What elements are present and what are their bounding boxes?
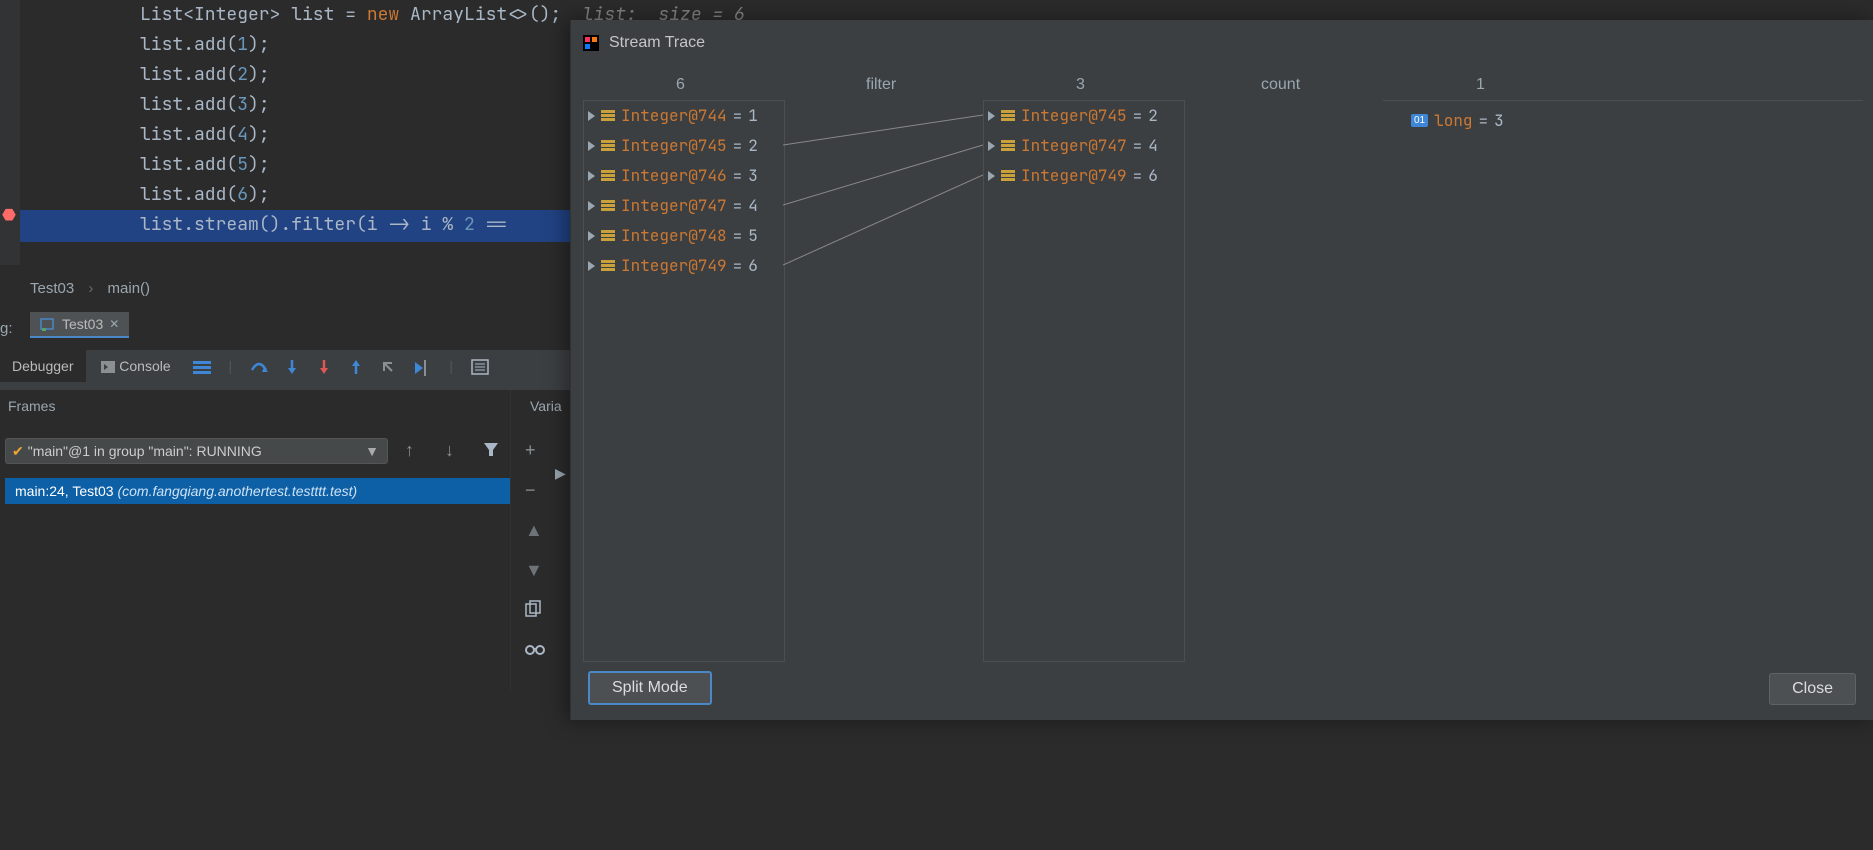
thread-selector[interactable]: ✔"main"@1 in group "main": RUNNING ▼ xyxy=(5,438,388,464)
console-icon xyxy=(101,361,115,373)
stream-node[interactable]: Integer@747 = 4 xyxy=(984,131,1184,161)
frame-location: main:24, Test03 xyxy=(15,483,117,499)
stream-column-filtered: Integer@745 = 2 Integer@747 = 4 Integer@… xyxy=(983,100,1185,662)
stream-result[interactable]: 01 long = 3 xyxy=(1411,110,1504,131)
object-icon xyxy=(601,200,615,212)
stream-column-result xyxy=(1383,100,1863,661)
prev-frame-icon[interactable]: ↑ xyxy=(405,440,414,461)
breadcrumb-method[interactable]: main() xyxy=(108,280,151,297)
stream-node[interactable]: Integer@749 = 6 xyxy=(584,251,784,281)
stream-column-source: Integer@744 = 1 Integer@745 = 2 Integer@… xyxy=(583,100,785,662)
object-icon xyxy=(601,230,615,242)
remove-watch-icon[interactable]: − xyxy=(525,480,536,501)
duplicate-icon[interactable] xyxy=(525,600,541,618)
primitive-long-icon: 01 xyxy=(1411,114,1428,127)
tab-console[interactable]: Console xyxy=(89,350,182,382)
expand-icon[interactable] xyxy=(988,141,995,151)
run-to-cursor-icon[interactable] xyxy=(413,358,431,376)
object-icon xyxy=(601,140,615,152)
thread-label: "main"@1 in group "main": RUNNING xyxy=(28,443,262,459)
stream-trace-dialog: Stream Trace 6 filter 3 count 1 Integer@… xyxy=(570,20,1873,720)
editor-gutter xyxy=(0,0,20,265)
force-step-into-icon[interactable] xyxy=(316,358,332,376)
expand-icon[interactable] xyxy=(988,111,995,121)
close-button[interactable]: Close xyxy=(1769,673,1856,705)
dialog-title: Stream Trace xyxy=(609,34,705,52)
check-icon: ✔ xyxy=(12,443,24,459)
stage-count-middle: 3 xyxy=(1076,76,1085,94)
step-out-icon[interactable] xyxy=(348,358,364,376)
filter-icon[interactable] xyxy=(482,440,500,458)
show-watches-icon[interactable] xyxy=(525,642,545,656)
stream-node[interactable]: Integer@745 = 2 xyxy=(584,131,784,161)
object-icon xyxy=(601,170,615,182)
stream-node[interactable]: Integer@744 = 1 xyxy=(584,101,784,131)
stream-node[interactable]: Integer@749 = 6 xyxy=(984,161,1184,191)
next-frame-icon[interactable]: ↓ xyxy=(445,440,454,461)
expand-icon[interactable] xyxy=(588,231,595,241)
expand-icon[interactable] xyxy=(988,171,995,181)
expand-icon[interactable] xyxy=(588,261,595,271)
stack-frame[interactable]: main:24, Test03 (com.fangqiang.anotherte… xyxy=(5,478,510,504)
panel-divider[interactable] xyxy=(510,390,511,690)
stage-op-filter: filter xyxy=(866,76,896,94)
split-mode-button[interactable]: Split Mode xyxy=(588,671,712,705)
thread-view-icon[interactable] xyxy=(193,359,211,375)
object-icon xyxy=(601,260,615,272)
toolwindow-label: g: xyxy=(0,320,13,337)
stream-flow-lines xyxy=(783,100,983,300)
step-over-icon[interactable] xyxy=(250,358,268,376)
run-config-tab[interactable]: Test03 ✕ xyxy=(30,312,129,338)
object-icon xyxy=(1001,140,1015,152)
intellij-icon xyxy=(583,35,599,51)
stage-count-after: 1 xyxy=(1476,76,1485,94)
expand-icon[interactable] xyxy=(588,171,595,181)
run-tab-label: Test03 xyxy=(62,316,103,332)
object-icon xyxy=(1001,110,1015,122)
stage-op-count: count xyxy=(1261,76,1300,94)
tab-debugger[interactable]: Debugger xyxy=(0,350,86,382)
frame-package: (com.fangqiang.anothertest.testttt.test) xyxy=(117,483,357,499)
step-into-icon[interactable] xyxy=(284,358,300,376)
move-up-icon[interactable]: ▲ xyxy=(525,520,543,541)
object-icon xyxy=(1001,170,1015,182)
object-icon xyxy=(601,110,615,122)
stream-node[interactable]: Integer@745 = 2 xyxy=(984,101,1184,131)
breakpoint-icon[interactable]: ⬣ xyxy=(2,205,16,225)
console-label: Console xyxy=(119,358,170,374)
stream-node[interactable]: Integer@746 = 3 xyxy=(584,161,784,191)
close-icon[interactable]: ✕ xyxy=(109,317,119,331)
stream-node[interactable]: Integer@747 = 4 xyxy=(584,191,784,221)
stream-node[interactable]: Integer@748 = 5 xyxy=(584,221,784,251)
chevron-down-icon: ▼ xyxy=(365,439,379,463)
breadcrumb[interactable]: Test03 › main() xyxy=(30,280,150,297)
move-down-icon[interactable]: ▼ xyxy=(525,560,543,581)
variables-panel-title: Varia xyxy=(530,398,562,414)
stage-count-before: 6 xyxy=(676,76,685,94)
expand-icon[interactable]: ▶ xyxy=(555,465,566,482)
chevron-right-icon: › xyxy=(88,280,93,297)
evaluate-icon[interactable] xyxy=(471,359,489,375)
add-watch-icon[interactable]: + xyxy=(525,440,536,461)
expand-icon[interactable] xyxy=(588,201,595,211)
run-icon xyxy=(40,317,56,331)
expand-icon[interactable] xyxy=(588,111,595,121)
breadcrumb-class[interactable]: Test03 xyxy=(30,280,74,297)
drop-frame-icon[interactable] xyxy=(380,359,398,375)
expand-icon[interactable] xyxy=(588,141,595,151)
frames-panel-title: Frames xyxy=(8,398,55,414)
